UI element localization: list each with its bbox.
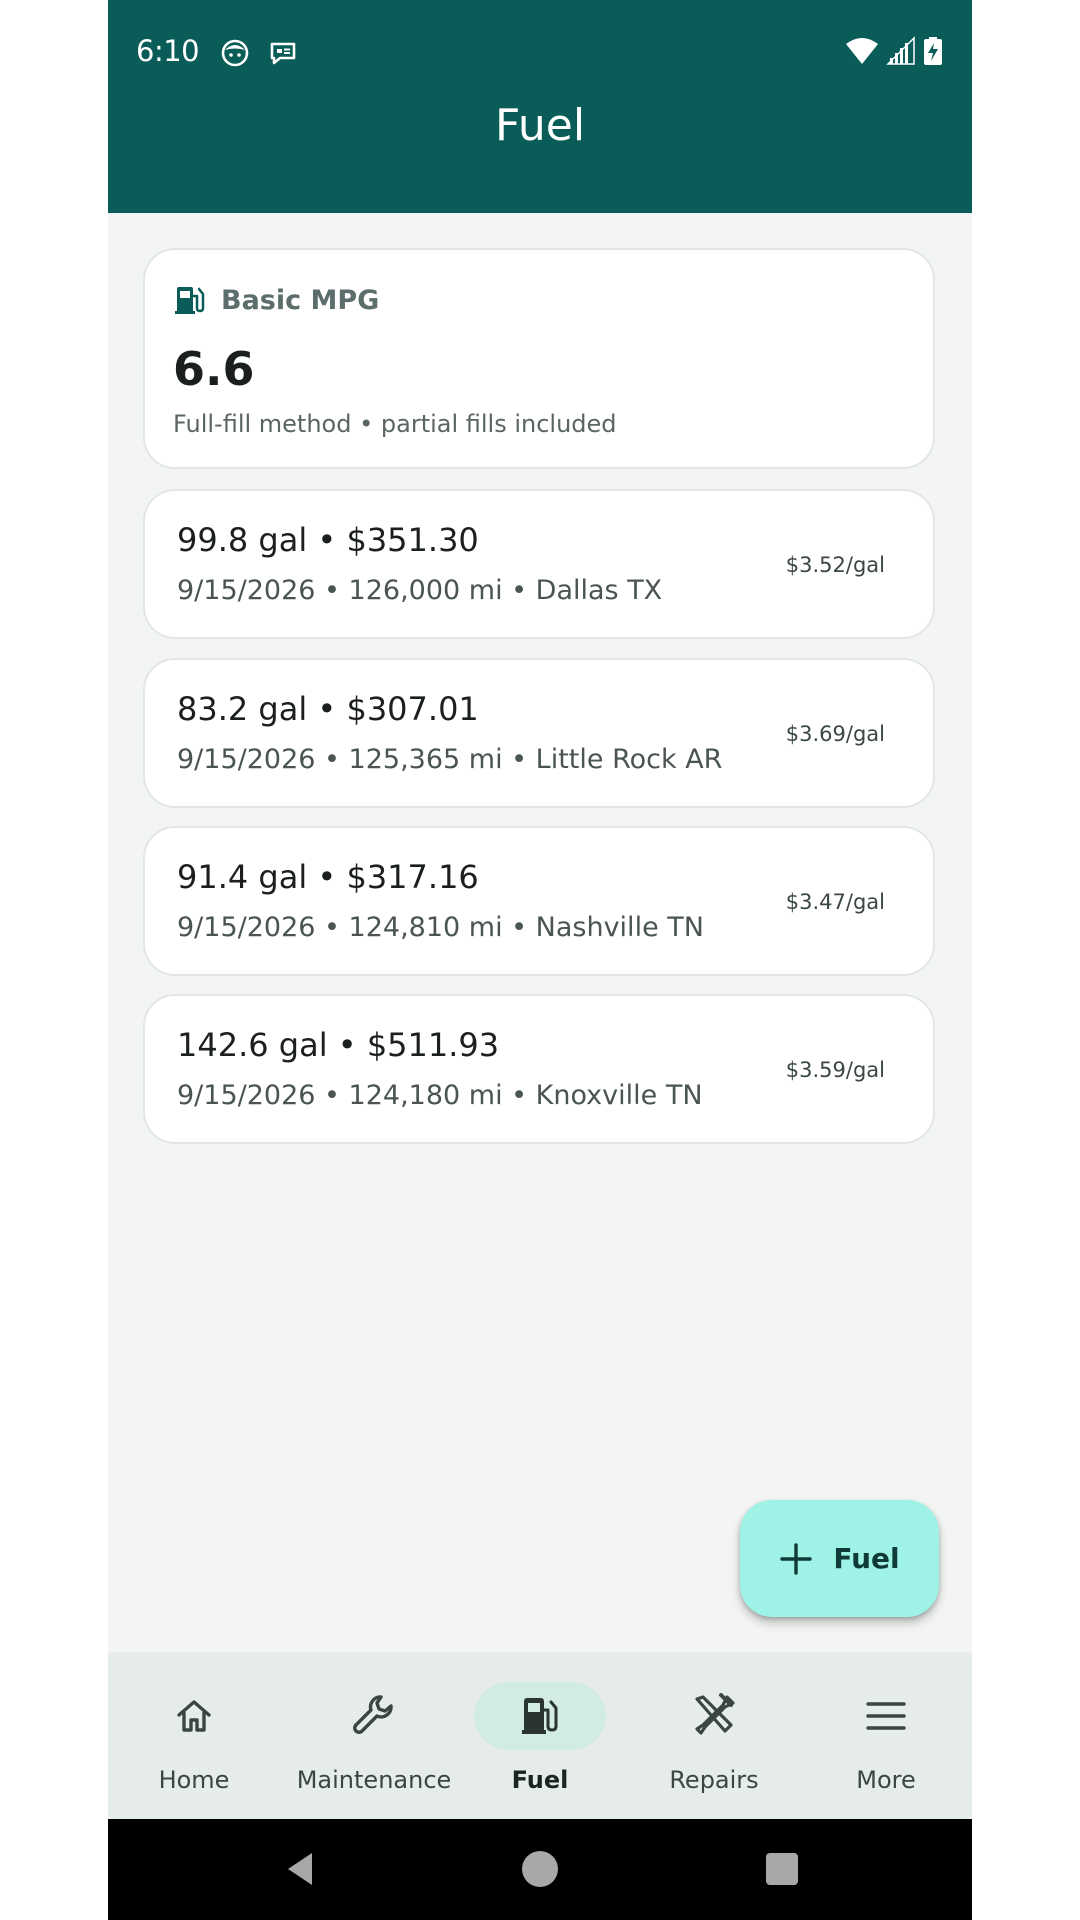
- tools-icon: [695, 1693, 735, 1735]
- nav-item-maintenance[interactable]: Maintenance: [288, 1652, 460, 1819]
- entry-amount-cost: 142.6 gal • $511.93: [177, 1026, 500, 1064]
- app-bar: 6:10 Fuel: [108, 0, 972, 213]
- wrench-icon: [353, 1695, 393, 1734]
- fuel-entry-card[interactable]: 99.8 gal • $351.30 9/15/2026 • 126,000 m…: [143, 489, 935, 639]
- back-icon[interactable]: [280, 1849, 320, 1889]
- add-fuel-label: Fuel: [833, 1542, 900, 1575]
- nav-icon-container: [128, 1682, 260, 1750]
- nav-item-home[interactable]: Home: [128, 1652, 260, 1819]
- wifi-icon: [846, 38, 878, 64]
- nav-icon-container: [648, 1682, 780, 1750]
- home-circle-icon[interactable]: [520, 1849, 560, 1889]
- entry-date-odometer-location: 9/15/2026 • 124,810 mi • Nashville TN: [177, 912, 704, 943]
- summary-label: Basic MPG: [221, 284, 380, 316]
- fuel-pump-icon: [522, 1698, 558, 1734]
- nav-item-fuel[interactable]: Fuel: [474, 1652, 606, 1819]
- entry-amount-cost: 99.8 gal • $351.30: [177, 521, 479, 559]
- face-icon: [221, 39, 249, 67]
- nav-label: Repairs: [669, 1766, 759, 1794]
- mpg-summary-card: Basic MPG 6.6 Full-fill method • partial…: [143, 248, 935, 469]
- battery-charging-icon: [924, 37, 942, 65]
- home-icon: [177, 1700, 211, 1732]
- fuel-entry-card[interactable]: 91.4 gal • $317.16 9/15/2026 • 124,810 m…: [143, 826, 935, 976]
- system-navigation-bar: [108, 1819, 972, 1920]
- entry-price-per-gallon: $3.59/gal: [785, 1058, 885, 1082]
- fuel-screen: 6:10 Fuel Basic MPG 6.6 Full-fill method…: [108, 0, 972, 1920]
- nav-label: Maintenance: [296, 1766, 452, 1794]
- entry-price-per-gallon: $3.52/gal: [785, 553, 885, 577]
- bottom-navigation: Home Maintenance Fuel Repairs More: [108, 1652, 972, 1819]
- add-fuel-button[interactable]: Fuel: [740, 1500, 939, 1617]
- status-right-icons: [844, 36, 944, 66]
- nav-label: Fuel: [511, 1766, 569, 1794]
- entry-date-odometer-location: 9/15/2026 • 126,000 mi • Dallas TX: [177, 575, 663, 606]
- menu-icon: [866, 1702, 906, 1730]
- nav-active-indicator: [474, 1682, 606, 1750]
- recents-icon[interactable]: [764, 1849, 800, 1889]
- message-icon: [270, 42, 296, 65]
- plus-icon: [780, 1542, 813, 1575]
- entry-date-odometer-location: 9/15/2026 • 125,365 mi • Little Rock AR: [177, 744, 723, 775]
- fuel-entry-card[interactable]: 83.2 gal • $307.01 9/15/2026 • 125,365 m…: [143, 658, 935, 808]
- fuel-pump-icon: [175, 287, 205, 314]
- entry-amount-cost: 83.2 gal • $307.01: [177, 690, 479, 728]
- entry-price-per-gallon: $3.69/gal: [785, 722, 885, 746]
- status-time: 6:10: [136, 34, 200, 68]
- page-title: Fuel: [494, 100, 586, 151]
- nav-item-repairs[interactable]: Repairs: [648, 1652, 780, 1819]
- nav-icon-container: [820, 1682, 952, 1750]
- signal-icon: [886, 36, 915, 65]
- entry-date-odometer-location: 9/15/2026 • 124,180 mi • Knoxville TN: [177, 1080, 703, 1111]
- fuel-entry-card[interactable]: 142.6 gal • $511.93 9/15/2026 • 124,180 …: [143, 994, 935, 1144]
- mpg-value: 6.6: [173, 342, 255, 396]
- summary-header: Basic MPG: [175, 284, 379, 316]
- entry-amount-cost: 91.4 gal • $317.16: [177, 858, 479, 896]
- nav-label: More: [856, 1766, 916, 1794]
- nav-icon-container: [308, 1682, 440, 1750]
- mpg-method-note: Full-fill method • partial fills include…: [173, 410, 617, 438]
- nav-label: Home: [158, 1766, 230, 1794]
- nav-item-more[interactable]: More: [820, 1652, 952, 1819]
- entry-price-per-gallon: $3.47/gal: [785, 890, 885, 914]
